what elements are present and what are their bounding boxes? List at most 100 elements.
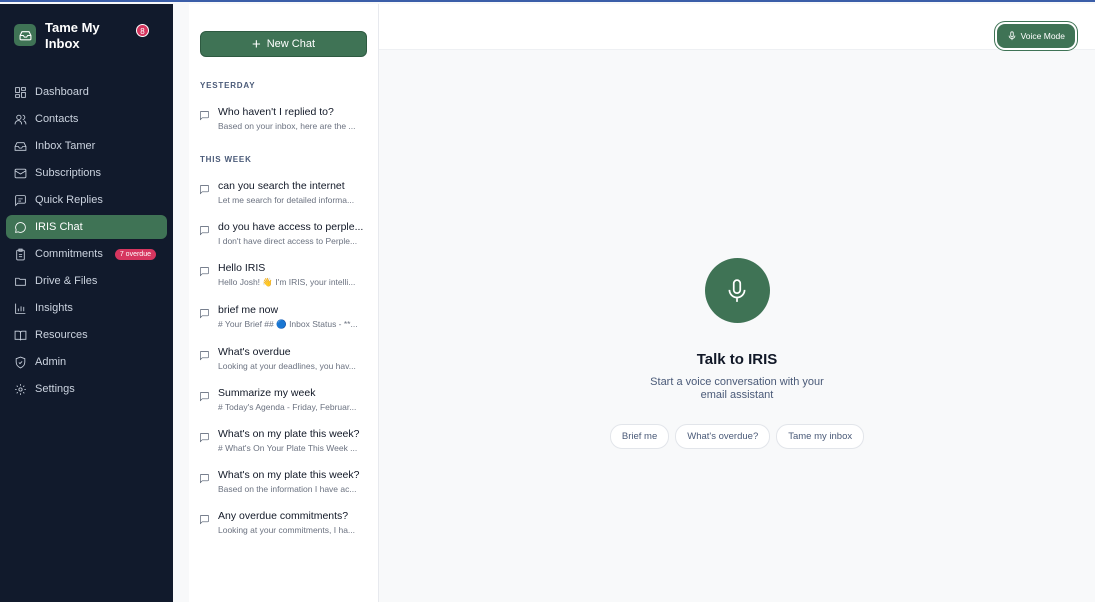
chat-history-panel: + New Chat YESTERDAY Who haven't I replie… — [189, 4, 379, 602]
message-icon — [200, 433, 209, 443]
chat-title: What's on my plate this week? — [218, 428, 360, 440]
message-icon — [200, 267, 209, 277]
section-yesterday: YESTERDAY — [200, 81, 256, 90]
message-icon — [200, 111, 209, 121]
chat-preview: # Today's Agenda - Friday, Februar... — [218, 402, 357, 412]
sidebar-item-label: Commitments — [35, 248, 103, 260]
brand[interactable]: Tame My Inbox 8 — [0, 4, 173, 68]
chat-title: can you search the internet — [218, 180, 345, 192]
inbox-logo-icon — [14, 24, 36, 46]
message-icon — [200, 226, 209, 236]
reply-icon — [15, 194, 26, 206]
message-icon — [200, 474, 209, 484]
chat-title: Who haven't I replied to? — [218, 106, 334, 118]
chat-history-item[interactable]: can you search the internet Let me search… — [189, 180, 378, 205]
voice-title: Talk to IRIS — [696, 351, 778, 368]
chat-preview: # Your Brief ## 🔵 Inbox Status - **... — [218, 319, 358, 329]
chat-title: brief me now — [218, 304, 279, 316]
start-voice-button[interactable] — [704, 258, 770, 323]
chat-history-item[interactable]: brief me now # Your Brief ## 🔵 Inbox Stat… — [189, 304, 378, 330]
chat-preview: Let me search for detailed informa... — [218, 195, 355, 205]
chat-preview: Looking at your deadlines, you hav... — [218, 361, 356, 371]
sidebar: Tame My Inbox 8 Dashboard Contacts Inbox T… — [0, 4, 173, 602]
sidebar-item-label: Admin — [35, 356, 67, 368]
chat-preview: Hello Josh! 👋 I'm IRIS, your intelli... — [218, 277, 356, 287]
sidebar-item-label: Insights — [35, 302, 73, 314]
sidebar-item-subscriptions[interactable]: Subscriptions — [6, 161, 167, 185]
sidebar-item-label: Contacts — [35, 113, 79, 125]
overdue-badge: 7 overdue — [114, 248, 156, 260]
gear-icon — [15, 383, 26, 395]
sidebar-item-label: Inbox Tamer — [35, 140, 96, 152]
sidebar-item-dashboard[interactable]: Dashboard — [6, 80, 167, 104]
sidebar-item-label: Drive & Files — [35, 275, 98, 287]
chip-tame-my-inbox[interactable]: Tame my inbox — [776, 424, 865, 449]
message-icon — [200, 309, 209, 319]
new-chat-button[interactable]: + New Chat — [200, 31, 367, 57]
users-icon — [14, 114, 27, 124]
section-this-week: THIS WEEK — [200, 155, 252, 164]
chat-history-item[interactable]: do you have access to perple... I don't h… — [189, 221, 378, 246]
voice-mode-button[interactable]: Voice Mode — [996, 24, 1075, 48]
chip-brief-me[interactable]: Brief me — [609, 424, 670, 449]
chat-title: Summarize my week — [218, 387, 316, 399]
chat-preview: Based on the information I have ac... — [218, 484, 357, 494]
chat-icon — [15, 221, 26, 233]
sidebar-item-label: Resources — [35, 329, 88, 341]
chat-title: What's overdue — [218, 346, 291, 358]
sidebar-item-quick-replies[interactable]: Quick Replies — [6, 188, 167, 212]
sidebar-item-commitments[interactable]: Commitments 7 overdue — [6, 242, 167, 266]
app-name: Tame My Inbox — [45, 20, 100, 51]
sidebar-item-label: IRIS Chat — [35, 221, 83, 233]
chat-title: Hello IRIS — [218, 262, 266, 274]
chat-preview: Looking at your commitments, I ha... — [218, 525, 356, 535]
chat-title: Any overdue commitments? — [218, 510, 349, 522]
voice-mode-label: Voice Mode — [1020, 31, 1065, 41]
clipboard-icon — [16, 248, 25, 260]
folder-icon — [15, 277, 26, 286]
chat-history-item[interactable]: What's overdue Looking at your deadlines,… — [189, 346, 378, 371]
sidebar-item-label: Subscriptions — [35, 167, 102, 179]
top-bar: Voice Mode — [379, 4, 1095, 50]
message-icon — [200, 351, 209, 361]
chat-history-item[interactable]: Summarize my week # Today's Agenda - Frid… — [189, 387, 378, 412]
book-icon — [14, 330, 27, 340]
chart-icon — [15, 303, 26, 314]
plus-icon: + — [251, 35, 261, 53]
chat-history-item[interactable]: Who haven't I replied to? Based on your i… — [189, 106, 378, 131]
chat-history-item[interactable]: Any overdue commitments? Looking at your … — [189, 510, 378, 535]
mic-icon — [1008, 31, 1015, 41]
chat-preview: I don't have direct access to Perple... — [218, 236, 358, 246]
sidebar-item-settings[interactable]: Settings — [6, 377, 167, 401]
sidebar-item-inbox-tamer[interactable]: Inbox Tamer — [6, 134, 167, 158]
chat-history-item[interactable]: What's on my plate this week? Based on th… — [189, 469, 378, 494]
message-icon — [200, 515, 209, 525]
shield-icon — [15, 356, 26, 368]
sidebar-item-label: Dashboard — [35, 86, 89, 98]
chat-preview: Based on your inbox, here are the ... — [218, 121, 356, 131]
message-icon — [200, 392, 209, 402]
sidebar-item-resources[interactable]: Resources — [6, 323, 167, 347]
chat-preview: # What's On Your Plate This Week ... — [218, 443, 358, 453]
mic-icon — [728, 278, 746, 302]
notification-badge[interactable]: 8 — [136, 24, 149, 37]
sidebar-item-iris-chat[interactable]: IRIS Chat — [6, 215, 167, 239]
mail-icon — [14, 168, 27, 178]
sidebar-item-label: Settings — [35, 383, 75, 395]
sidebar-item-label: Quick Replies — [35, 194, 103, 206]
chat-history-item[interactable]: Hello IRIS Hello Josh! 👋 I'm IRIS, your i… — [189, 262, 378, 288]
inbox-icon — [14, 141, 27, 151]
chip-whats-overdue[interactable]: What's overdue? — [675, 424, 771, 449]
message-icon — [200, 185, 209, 195]
sidebar-item-contacts[interactable]: Contacts — [6, 107, 167, 131]
sidebar-item-insights[interactable]: Insights — [6, 296, 167, 320]
chat-history-item[interactable]: What's on my plate this week? # What's On… — [189, 428, 378, 453]
voice-subtitle: Start a voice conversation with your ema… — [650, 376, 824, 401]
sidebar-nav: Dashboard Contacts Inbox Tamer Subscription… — [0, 80, 173, 401]
sidebar-item-admin[interactable]: Admin — [6, 350, 167, 374]
chat-title: do you have access to perple... — [218, 221, 364, 233]
dashboard-icon — [15, 86, 26, 98]
sidebar-item-drive-files[interactable]: Drive & Files — [6, 269, 167, 293]
chat-title: What's on my plate this week? — [218, 469, 360, 481]
new-chat-label: New Chat — [266, 38, 316, 50]
